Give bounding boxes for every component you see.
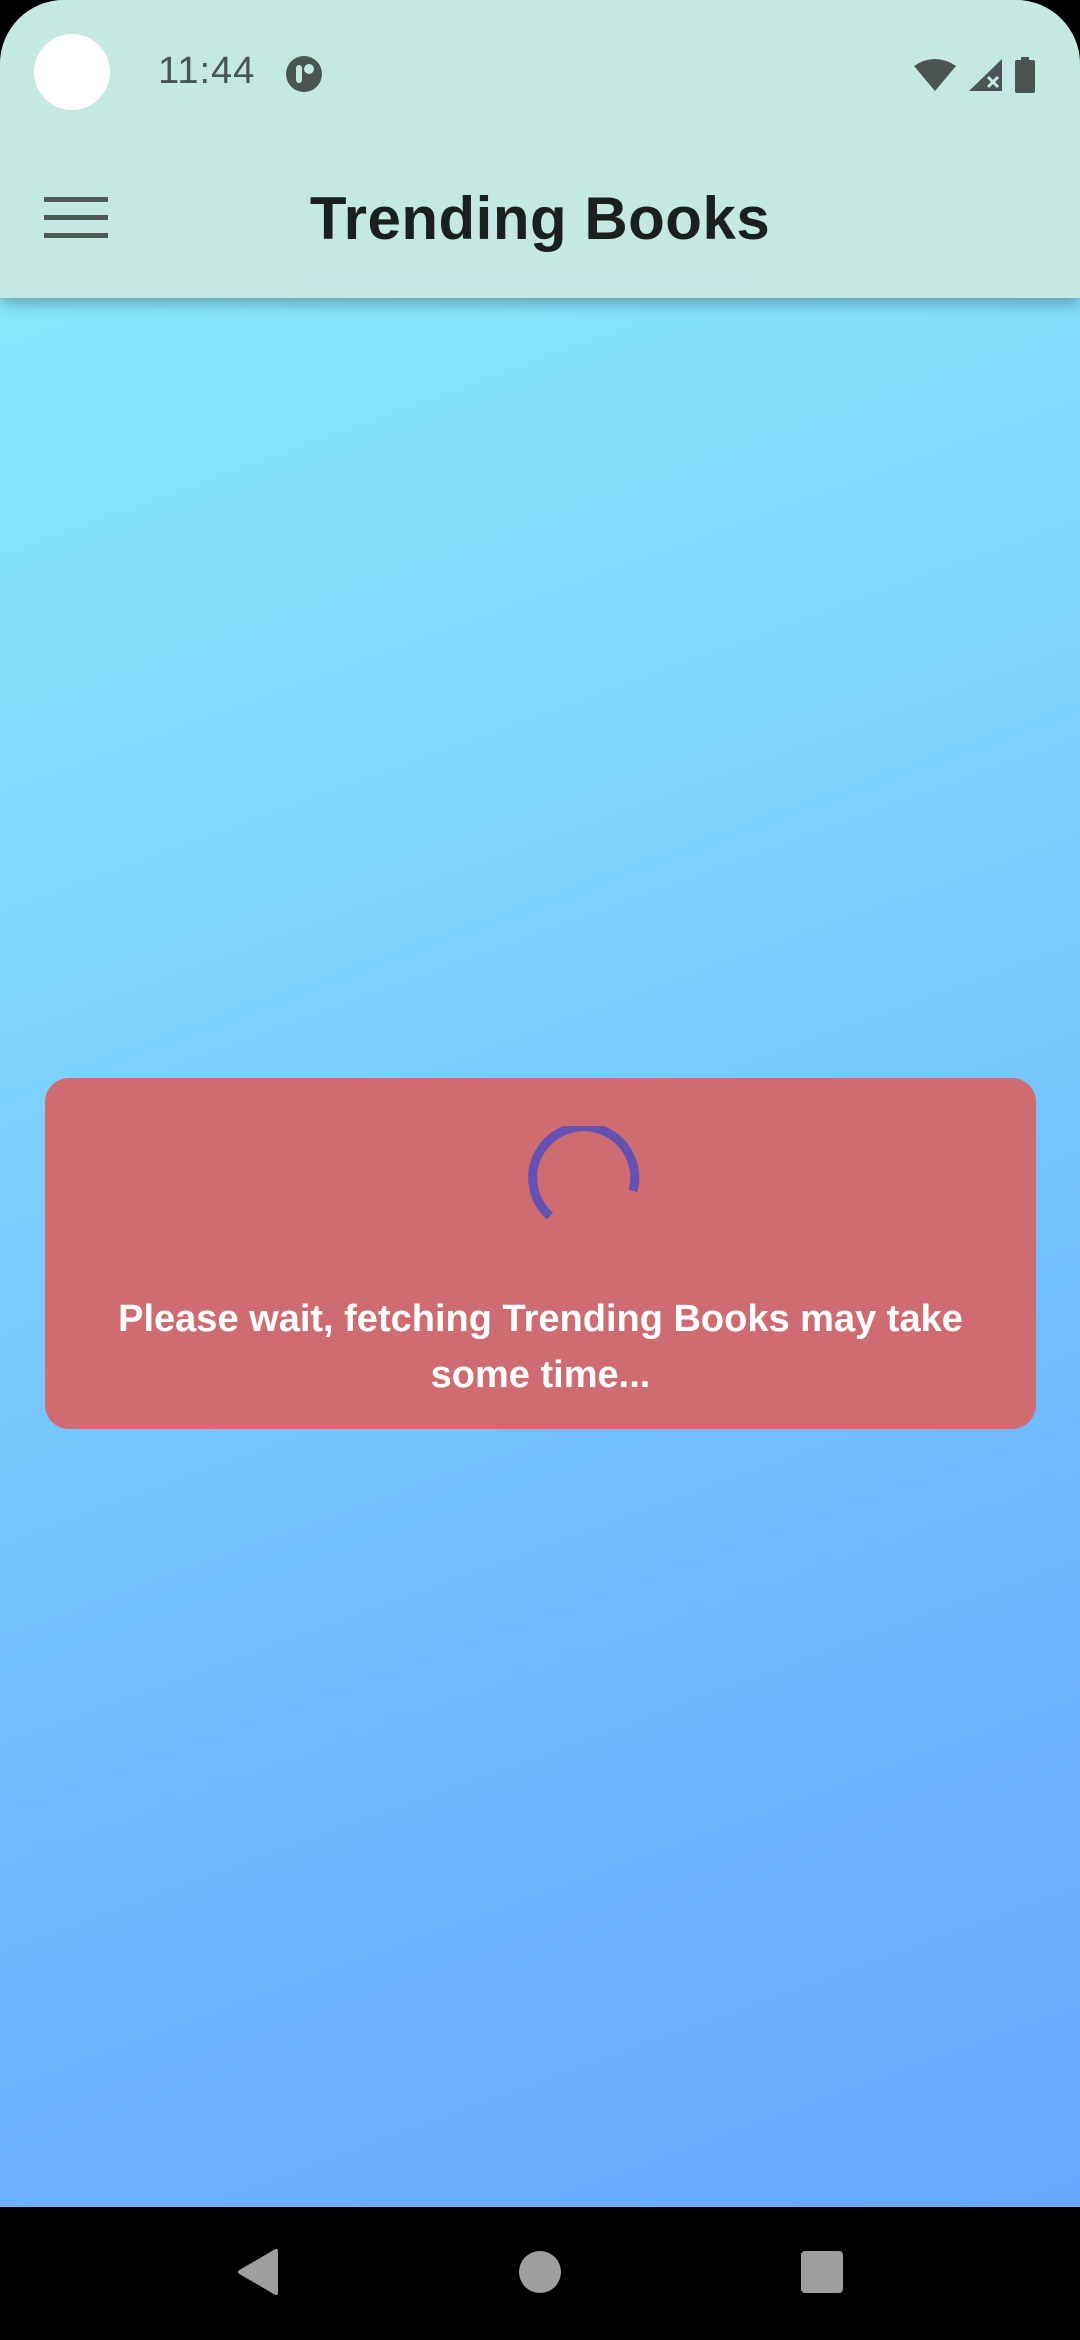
loading-card: Please wait, fetching Trending Books may… bbox=[45, 1078, 1036, 1429]
loading-message: Please wait, fetching Trending Books may… bbox=[118, 1298, 963, 1396]
status-icons bbox=[912, 56, 1036, 94]
nav-home-button[interactable] bbox=[505, 2237, 575, 2307]
status-time: 11:44 bbox=[158, 50, 256, 92]
app-notification-icon bbox=[286, 56, 322, 92]
signal-icon bbox=[969, 59, 1002, 91]
page-title: Trending Books bbox=[309, 185, 771, 252]
nav-recents-button[interactable] bbox=[787, 2237, 857, 2307]
camera-cutout bbox=[34, 34, 110, 110]
back-icon bbox=[238, 2249, 278, 2295]
recents-icon bbox=[801, 2251, 843, 2293]
wifi-icon bbox=[914, 59, 956, 91]
home-icon bbox=[519, 2251, 561, 2293]
screen: 11:44 Trending Books Please wait, fetchi… bbox=[0, 0, 1080, 2340]
system-navigation-bar bbox=[0, 2207, 1080, 2340]
nav-back-button[interactable] bbox=[222, 2237, 292, 2307]
loading-spinner-icon bbox=[528, 1126, 640, 1220]
battery-icon bbox=[1015, 57, 1035, 93]
top-app-bar: 11:44 Trending Books bbox=[0, 0, 1080, 298]
